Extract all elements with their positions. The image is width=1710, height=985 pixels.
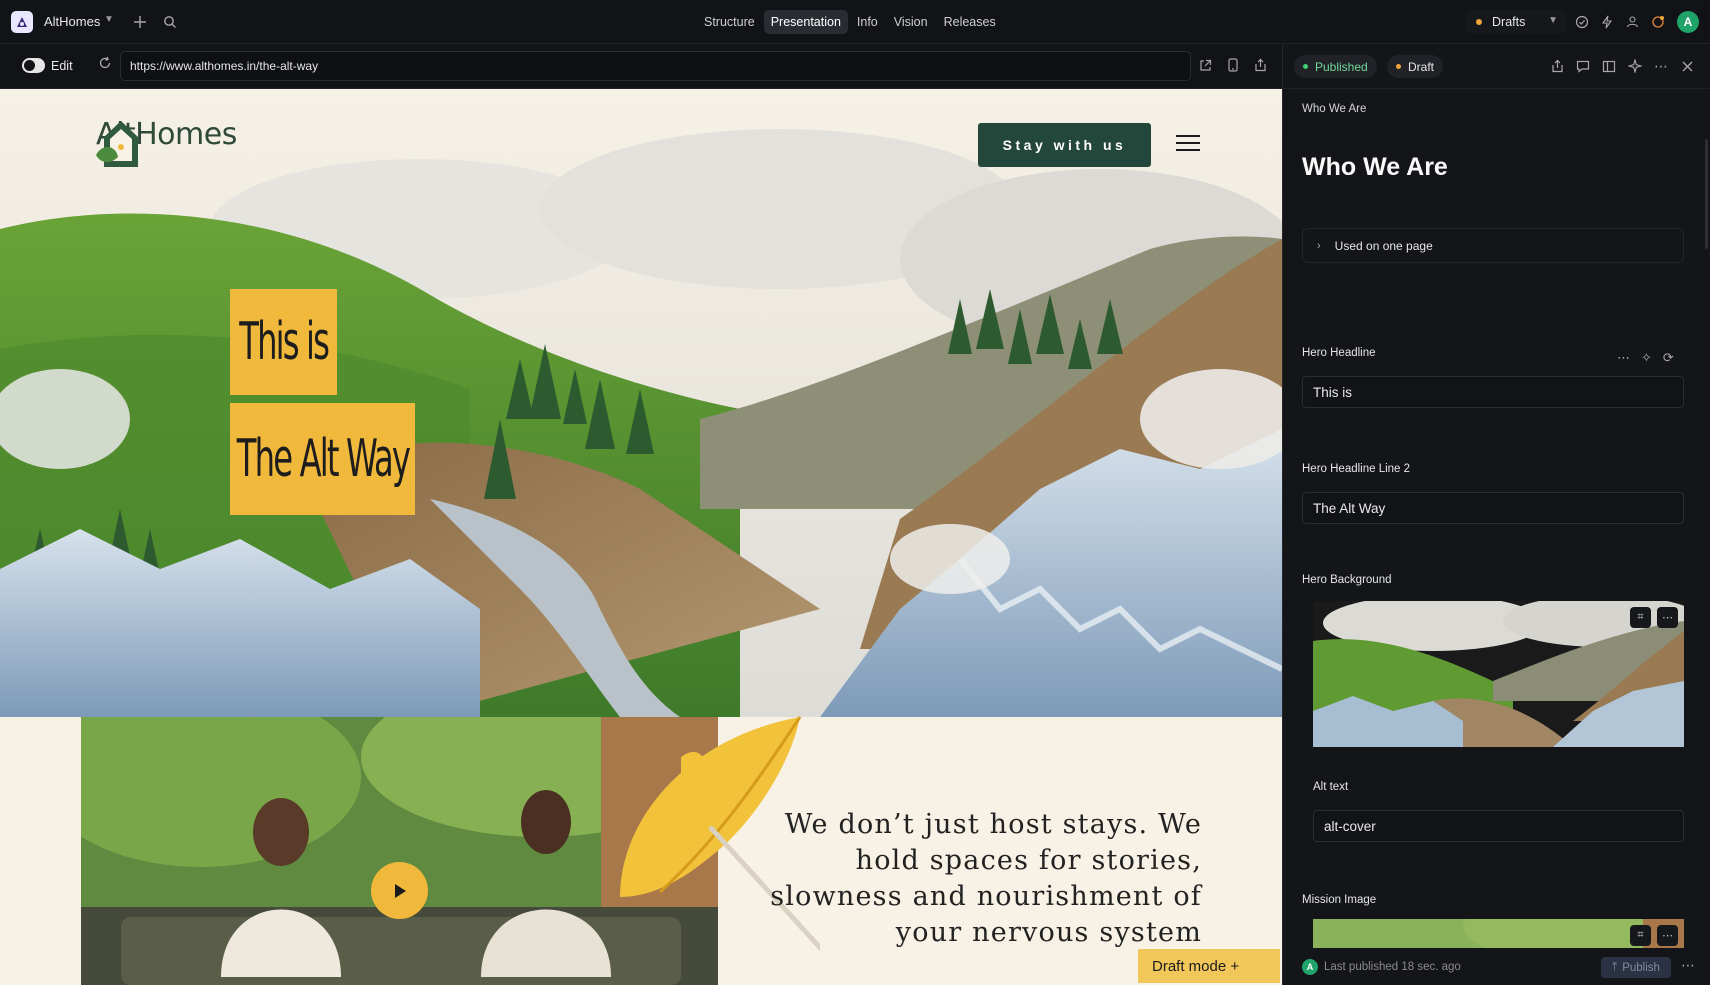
hero-headline-2-text: The Alt Way bbox=[236, 429, 410, 489]
tab-structure[interactable]: Structure bbox=[697, 10, 762, 34]
document-title: Who We Are bbox=[1302, 153, 1448, 181]
published-dot bbox=[1303, 64, 1308, 69]
hero-headline: This is bbox=[230, 289, 337, 395]
external-link-icon[interactable] bbox=[1195, 55, 1215, 75]
hero-headline-label: Hero Headline bbox=[1302, 347, 1376, 359]
chevron-right-icon: › bbox=[1317, 239, 1321, 252]
environment-select[interactable]: Drafts ▼ bbox=[1466, 10, 1566, 34]
more-icon[interactable]: ⋯ bbox=[1657, 925, 1678, 946]
used-on-pages-toggle[interactable]: › Used on one page bbox=[1302, 228, 1684, 263]
published-label: Published bbox=[1315, 59, 1368, 74]
share-icon[interactable] bbox=[1547, 56, 1567, 76]
draft-label: Draft bbox=[1408, 59, 1435, 74]
users-icon[interactable] bbox=[1621, 11, 1643, 33]
draft-mode-label: Draft mode + bbox=[1152, 957, 1240, 975]
upload-icon: ⤒ bbox=[1612, 961, 1618, 973]
tab-vision[interactable]: Vision bbox=[887, 10, 935, 34]
crop-icon[interactable]: ⌗ bbox=[1630, 925, 1651, 946]
hero-section: AltHomes Stay with us This is The Alt Wa… bbox=[0, 89, 1282, 717]
mission-statement: We don’t just host stays. We hold spaces… bbox=[770, 809, 1202, 948]
hero-headline-2-input[interactable] bbox=[1302, 492, 1684, 524]
edit-label: Edit bbox=[51, 59, 73, 73]
published-status[interactable]: Published bbox=[1294, 55, 1377, 78]
more-icon[interactable]: ⋯ bbox=[1681, 957, 1695, 974]
properties-panel: Published Draft ⋯ Who We Are Who We Are … bbox=[1282, 44, 1710, 985]
close-icon[interactable] bbox=[1677, 56, 1697, 76]
crop-icon[interactable]: ⌗ bbox=[1630, 607, 1651, 628]
hero-headline-line-2: The Alt Way bbox=[230, 403, 415, 515]
url-toolbar: Edit bbox=[0, 44, 1282, 89]
more-icon[interactable]: ⋯ bbox=[1651, 56, 1671, 76]
stay-with-us-button[interactable]: Stay with us bbox=[978, 123, 1151, 167]
environment-label: Drafts bbox=[1492, 15, 1526, 29]
menu-icon[interactable] bbox=[1176, 135, 1200, 153]
panel-body: Who We Are Who We Are › Used on one page… bbox=[1283, 89, 1710, 985]
alt-text-input[interactable] bbox=[1313, 810, 1684, 842]
bolt-icon[interactable] bbox=[1596, 11, 1618, 33]
layout-icon[interactable] bbox=[1599, 56, 1619, 76]
comment-icon[interactable] bbox=[1573, 56, 1593, 76]
draft-status[interactable]: Draft bbox=[1387, 55, 1444, 78]
more-icon[interactable]: ⋯ bbox=[1657, 607, 1678, 628]
chevron-down-icon[interactable]: ▼ bbox=[104, 14, 114, 25]
used-on-label: Used on one page bbox=[1334, 238, 1433, 253]
share-icon[interactable] bbox=[1250, 55, 1270, 75]
panel-header: Published Draft ⋯ bbox=[1283, 44, 1710, 89]
hero-background-preview bbox=[1313, 601, 1684, 747]
hero-background-label: Hero Background bbox=[1302, 574, 1392, 586]
mission-section: We don’t just host stays. We hold spaces… bbox=[0, 716, 1282, 985]
tab-info[interactable]: Info bbox=[850, 10, 885, 34]
app-name[interactable]: AltHomes bbox=[44, 14, 100, 29]
hero-headline-2-label: Hero Headline Line 2 bbox=[1302, 463, 1411, 475]
plus-icon[interactable] bbox=[129, 11, 151, 33]
tab-presentation[interactable]: Presentation bbox=[763, 10, 848, 34]
panel-scrollbar[interactable] bbox=[1705, 139, 1708, 249]
field-tools: ⋯ ✧ ⟳ bbox=[1617, 350, 1674, 366]
site-logo[interactable]: AltHomes bbox=[92, 117, 237, 167]
search-icon[interactable] bbox=[159, 11, 181, 33]
image-tools: ⌗ ⋯ bbox=[1630, 607, 1678, 628]
reload-icon[interactable] bbox=[98, 56, 112, 74]
site-preview[interactable]: AltHomes Stay with us This is The Alt Wa… bbox=[0, 89, 1282, 985]
translate-icon[interactable]: ⟳ bbox=[1663, 350, 1674, 366]
avatar[interactable]: A bbox=[1677, 11, 1699, 33]
tab-releases[interactable]: Releases bbox=[937, 10, 1003, 34]
sparkle-icon[interactable] bbox=[1625, 56, 1645, 76]
edit-toggle[interactable] bbox=[22, 58, 45, 73]
refresh-badge-icon[interactable] bbox=[1647, 11, 1669, 33]
last-published-status: Last published 18 sec. ago bbox=[1324, 961, 1461, 973]
url-input[interactable] bbox=[120, 51, 1191, 81]
hero-background-image bbox=[0, 89, 1282, 717]
app-logo-icon[interactable] bbox=[11, 11, 33, 33]
sparkle-icon[interactable]: ✧ bbox=[1641, 350, 1652, 366]
alt-text-label: Alt text bbox=[1313, 781, 1349, 793]
play-icon[interactable] bbox=[371, 862, 428, 919]
draft-mode-badge[interactable]: Draft mode + bbox=[1138, 949, 1280, 983]
hero-headline-input[interactable] bbox=[1302, 376, 1684, 408]
chevron-down-icon: ▼ bbox=[1548, 15, 1558, 26]
top-bar: AltHomes ▼ Structure Presentation Info V… bbox=[0, 0, 1710, 44]
hero-headline-text: This is bbox=[239, 312, 330, 372]
publish-label: Publish bbox=[1622, 961, 1660, 974]
draft-dot bbox=[1396, 64, 1401, 69]
mobile-icon[interactable] bbox=[1223, 55, 1243, 75]
panel-footer: A Last published 18 sec. ago ⤒ Publish ⋯ bbox=[1283, 948, 1710, 985]
hero-background-thumbnail[interactable]: ⌗ ⋯ bbox=[1313, 601, 1684, 747]
image-tools: ⌗ ⋯ bbox=[1630, 925, 1678, 946]
main-tabs: Structure Presentation Info Vision Relea… bbox=[697, 10, 1003, 34]
breadcrumb[interactable]: Who We Are bbox=[1302, 103, 1366, 115]
more-icon[interactable]: ⋯ bbox=[1617, 350, 1630, 366]
publish-button[interactable]: ⤒ Publish bbox=[1601, 957, 1671, 978]
draft-status-dot bbox=[1476, 19, 1482, 25]
avatar: A bbox=[1302, 959, 1318, 975]
mission-image-label: Mission Image bbox=[1302, 894, 1377, 906]
check-circle-icon[interactable] bbox=[1571, 11, 1593, 33]
althomes-logo-icon bbox=[96, 121, 138, 167]
